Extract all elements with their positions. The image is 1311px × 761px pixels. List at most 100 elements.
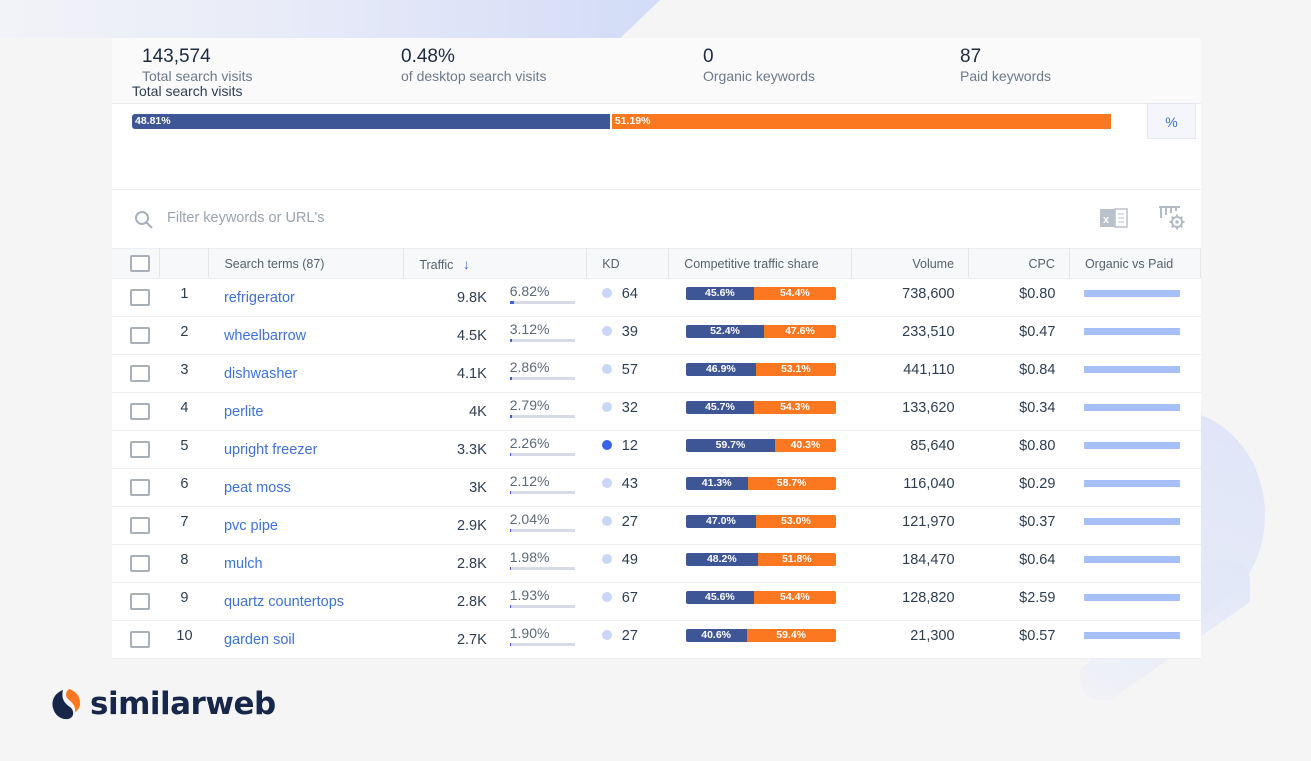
competitive-traffic-share-cell: 45.7% 54.3% xyxy=(669,393,852,431)
rank-cell: 6 xyxy=(160,469,209,507)
rank-cell: 8 xyxy=(160,545,209,583)
cpc-cell: $0.29 xyxy=(969,469,1070,507)
traffic-share-percent: 2.86% xyxy=(509,359,550,375)
volume-cell: 116,040 xyxy=(852,469,969,507)
keyword-link[interactable]: upright freezer xyxy=(224,442,318,458)
volume-value: 441,110 xyxy=(903,361,955,378)
kd-header[interactable]: KD xyxy=(586,248,670,279)
traffic-share: 2.26% xyxy=(509,435,575,456)
keyword-link[interactable]: garden soil xyxy=(224,632,295,648)
traffic-share-percent: 2.04% xyxy=(509,511,550,527)
table-row[interactable]: 4 perlite 4K 2.79% 32 45.7% 54.3% 133,62… xyxy=(112,393,1201,431)
competitive-traffic-share-bar: 59.7% 40.3% xyxy=(685,439,836,452)
traffic-share: 3.12% xyxy=(509,321,575,342)
traffic-share-fill xyxy=(509,529,512,532)
search-term-cell: wheelbarrow xyxy=(209,317,404,355)
cpc-cell: $0.47 xyxy=(969,317,1070,355)
kd-number: 49 xyxy=(621,551,638,568)
keyword-link[interactable]: mulch xyxy=(224,556,263,572)
volume-header[interactable]: Volume xyxy=(851,248,970,279)
table-row[interactable]: 3 dishwasher 4.1K 2.86% 57 46.9% 53.1% 4… xyxy=(112,355,1201,393)
row-checkbox[interactable] xyxy=(130,365,150,382)
kd-value: 49 xyxy=(601,551,638,568)
row-checkbox[interactable] xyxy=(130,517,150,534)
volume-cell: 133,620 xyxy=(852,393,969,431)
competitive-traffic-share-cell: 59.7% 40.3% xyxy=(669,431,852,469)
keyword-link[interactable]: dishwasher xyxy=(224,366,297,382)
keyword-link[interactable]: refrigerator xyxy=(224,290,295,306)
row-checkbox[interactable] xyxy=(130,327,150,344)
kd-value: 27 xyxy=(601,628,638,644)
search-term-cell: garden soil xyxy=(209,621,404,659)
volume-value: 85,640 xyxy=(910,437,955,454)
row-checkbox[interactable] xyxy=(130,441,150,458)
keyword-link[interactable]: wheelbarrow xyxy=(224,328,306,344)
keyword-link[interactable]: peat moss xyxy=(224,480,291,496)
table-row[interactable]: 1 refrigerator 9.8K 6.82% 64 45.6% 54.4%… xyxy=(112,279,1201,317)
traffic-share-fill xyxy=(509,415,512,418)
kd-number: 57 xyxy=(621,361,638,378)
keyword-link[interactable]: perlite xyxy=(224,404,264,420)
volume-value: 233,510 xyxy=(902,323,955,340)
search-term-cell: peat moss xyxy=(209,469,404,507)
row-checkbox[interactable] xyxy=(130,479,150,496)
organic-share-segment: 54.4% xyxy=(754,287,836,300)
organic-vs-paid-header[interactable]: Organic vs Paid xyxy=(1069,248,1202,279)
organic-share-segment: 54.3% xyxy=(754,401,836,414)
paid-share-segment: 40.6% xyxy=(685,629,747,642)
kd-value: 39 xyxy=(601,324,638,340)
volume-cell: 441,110 xyxy=(852,355,969,393)
keyword-link[interactable]: quartz countertops xyxy=(224,594,344,610)
table-row[interactable]: 10 garden soil 2.7K 1.90% 27 40.6% 59.4%… xyxy=(112,621,1201,659)
paid-share-segment: 52.4% xyxy=(685,325,765,338)
table-row[interactable]: 9 quartz countertops 2.8K 1.93% 67 45.6%… xyxy=(112,583,1201,621)
row-checkbox[interactable] xyxy=(130,555,150,572)
traffic-share-percent: 1.93% xyxy=(509,587,550,603)
cpc-cell: $2.59 xyxy=(969,583,1070,621)
excel-export-icon[interactable]: x xyxy=(1100,207,1128,234)
column-settings-icon[interactable] xyxy=(1158,205,1186,236)
organic-vs-paid-bar xyxy=(1084,290,1181,297)
select-all-header xyxy=(112,248,161,279)
percent-toggle-button[interactable]: % xyxy=(1147,103,1196,139)
row-checkbox[interactable] xyxy=(130,631,150,648)
row-select-cell xyxy=(112,393,160,431)
row-checkbox[interactable] xyxy=(130,593,150,610)
kd-difficulty-dot-icon xyxy=(601,325,612,336)
traffic-share-track xyxy=(509,415,575,418)
keyword-link[interactable]: pvc pipe xyxy=(224,518,278,534)
kd-cell: 67 xyxy=(587,583,669,621)
table-row[interactable]: 5 upright freezer 3.3K 2.26% 12 59.7% 40… xyxy=(112,431,1201,469)
search-terms-header[interactable]: Search terms (87) xyxy=(208,248,405,279)
paid-organic-share-bar: 48.81% 51.19% xyxy=(132,114,1111,129)
rank-cell: 10 xyxy=(160,621,209,659)
volume-value: 21,300 xyxy=(910,627,955,644)
table-row[interactable]: 7 pvc pipe 2.9K 2.04% 27 47.0% 53.0% 121… xyxy=(112,507,1201,545)
search-term-cell: upright freezer xyxy=(209,431,404,469)
table-row[interactable]: 2 wheelbarrow 4.5K 3.12% 39 52.4% 47.6% … xyxy=(112,317,1201,355)
filter-keywords-input[interactable] xyxy=(167,207,567,229)
search-icon xyxy=(134,210,154,235)
organic-share-segment: 53.0% xyxy=(756,515,836,528)
traffic-share: 2.86% xyxy=(509,359,575,380)
cpc-value: $0.80 xyxy=(1019,285,1056,302)
row-checkbox[interactable] xyxy=(130,289,150,306)
row-checkbox[interactable] xyxy=(130,403,150,420)
cpc-cell: $0.84 xyxy=(969,355,1070,393)
organic-vs-paid-cell xyxy=(1069,355,1200,393)
traffic-value: 4K xyxy=(469,403,487,420)
cpc-value: $0.29 xyxy=(1019,475,1056,492)
table-row[interactable]: 8 mulch 2.8K 1.98% 49 48.2% 51.8% 184,47… xyxy=(112,545,1201,583)
traffic-header[interactable]: Traffic ↓ xyxy=(403,248,588,279)
rank-cell: 1 xyxy=(160,279,209,317)
traffic-share-fill xyxy=(509,643,512,646)
competitive-traffic-share-bar: 41.3% 58.7% xyxy=(685,477,836,490)
select-all-checkbox[interactable] xyxy=(130,255,150,272)
sort-descending-icon[interactable]: ↓ xyxy=(463,256,470,272)
cpc-header[interactable]: CPC xyxy=(968,248,1070,279)
volume-cell: 121,970 xyxy=(852,507,969,545)
competitive-traffic-share-header[interactable]: Competitive traffic share xyxy=(668,248,853,279)
search-term-cell: pvc pipe xyxy=(209,507,404,545)
organic-vs-paid-cell xyxy=(1069,583,1200,621)
table-row[interactable]: 6 peat moss 3K 2.12% 43 41.3% 58.7% 116,… xyxy=(112,469,1201,507)
